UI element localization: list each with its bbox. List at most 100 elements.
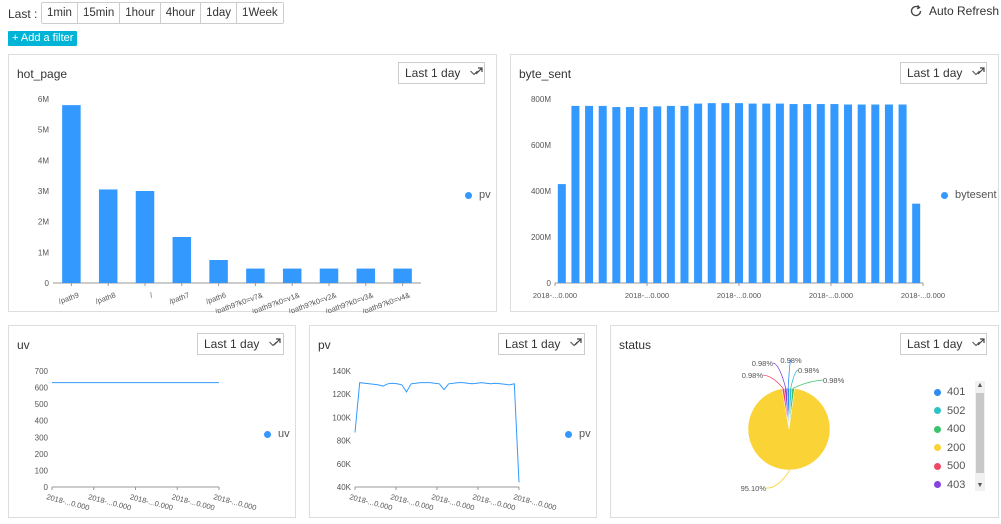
x-tick-label: /path8 <box>94 290 117 306</box>
last-label: Last : <box>8 7 38 21</box>
y-tick-label: 0 <box>547 279 552 288</box>
y-tick-label: 500 <box>35 400 49 409</box>
y-tick-label: 2M <box>38 218 49 227</box>
x-tick-label: 2018-...0.000 <box>625 291 669 300</box>
pv-panel: pv Last 1 day 40K 60K 80K 100K 120K 140K 2018-… <box>309 325 597 518</box>
range-1week-button[interactable]: 1Week <box>237 3 283 23</box>
legend-scrollbar[interactable]: ▲ ▼ <box>975 381 985 491</box>
bar <box>857 104 866 283</box>
y-tick-label: 4M <box>38 156 49 165</box>
bar <box>666 105 675 284</box>
bar <box>62 105 81 283</box>
add-filter-button[interactable]: + Add a filter <box>8 31 78 46</box>
y-tick-label: 6M <box>38 95 49 104</box>
bar <box>748 103 757 283</box>
x-tick-label: 2018-...0.000 <box>348 492 393 512</box>
bar <box>557 184 566 283</box>
pie-slice-label: 0.98% <box>752 359 774 368</box>
y-tick-label: 140K <box>332 367 351 376</box>
hot-page-panel: hot_page Last 1 day 0 1M 2M 3M 4M 5M 6M/path9/… <box>8 54 497 313</box>
range-4hour-button[interactable]: 4hour <box>160 3 202 23</box>
range-1day-button[interactable]: 1day <box>201 3 238 23</box>
x-tick-label: 2018-...0.000 <box>87 492 132 512</box>
y-tick-label: 700 <box>35 367 49 376</box>
bar <box>721 103 730 283</box>
bar <box>625 107 634 283</box>
y-tick-label: 100K <box>332 413 351 422</box>
pie-slice-label: 0.98% <box>798 366 820 375</box>
legend-label: 403 <box>947 478 966 491</box>
time-range-toolbar: Last : 1min 15min 1hour 4hour 1day 1Week… <box>0 0 1001 30</box>
legend-dot <box>264 430 271 438</box>
y-tick-label: 400M <box>531 187 551 196</box>
chart-legend: pv <box>565 428 591 440</box>
bar <box>209 260 228 283</box>
bar <box>639 107 648 283</box>
x-tick-label: 2018-...0.000 <box>717 291 761 300</box>
byte-sent-panel: byte_sent Last 1 day 0 200M 400M 600M 800M 20… <box>510 54 999 312</box>
legend-label: pv <box>479 189 491 201</box>
range-1min-button[interactable]: 1min <box>42 3 78 23</box>
legend-label: 401 <box>947 386 966 399</box>
bar <box>393 268 412 283</box>
auto-refresh-button[interactable]: Auto Refresh <box>909 4 999 18</box>
legend-label: uv <box>278 428 290 440</box>
pie-leader-line <box>790 369 799 389</box>
pv-chart: 40K60K80K100K120K140K2018-...0.0002018-.… <box>332 367 557 512</box>
bar <box>98 189 118 283</box>
range-1hour-button[interactable]: 1hour <box>120 3 161 23</box>
legend-dot <box>465 191 472 199</box>
range-15min-button[interactable]: 15min <box>77 3 121 23</box>
scroll-down-icon[interactable]: ▼ <box>975 481 985 491</box>
bar <box>598 105 607 284</box>
bar <box>816 104 825 283</box>
bar <box>775 103 784 283</box>
y-tick-label: 600 <box>35 384 49 393</box>
y-tick-label: 3M <box>38 187 49 196</box>
y-tick-label: 40K <box>337 483 352 492</box>
bar <box>282 268 302 283</box>
bar <box>356 268 376 283</box>
pie-slice-label: 0.98% <box>823 376 845 385</box>
bar <box>789 104 798 283</box>
scrollbar-thumb[interactable] <box>976 393 984 473</box>
byte-sent-chart: 0 200M 400M 600M 800M 2018-...0.000 2018-...0.… <box>531 95 945 300</box>
x-tick-label: 2018-...0.000 <box>430 492 475 512</box>
bar <box>585 105 594 284</box>
x-tick-label: 2018-...0.000 <box>533 291 577 300</box>
bar <box>135 191 155 283</box>
legend-label: 502 <box>947 404 966 417</box>
uv-panel: uv Last 1 day 0 100 200 300 400 500 600 700 2018… <box>8 325 296 518</box>
bar <box>571 105 580 284</box>
bar <box>830 104 839 283</box>
chart-legend: uv <box>264 428 290 440</box>
chart-legend: pv <box>465 189 491 201</box>
legend-dot <box>934 481 941 489</box>
x-tick-label: /path7 <box>168 290 191 306</box>
x-tick-label: 2018-...0.000 <box>901 291 945 300</box>
x-tick-label: 2018-...0.000 <box>212 492 257 512</box>
status-panel: status Last 1 day 0.98% 0.98% 0.98% 0.98% 0.… <box>610 325 999 518</box>
pie-slice-label: 0.98% <box>780 356 802 365</box>
x-tick-label: 2018-...0.000 <box>471 492 516 512</box>
bar <box>898 104 907 283</box>
bar <box>707 103 716 283</box>
y-tick-label: 300 <box>35 433 49 442</box>
y-tick-label: 60K <box>337 460 352 469</box>
y-tick-label: 0 <box>45 279 50 288</box>
x-tick-label: 2018-...0.000 <box>809 291 853 300</box>
bar <box>172 237 192 283</box>
bar <box>803 104 812 283</box>
y-tick-label: 200M <box>531 233 551 242</box>
legend-label: bytesent <box>955 189 997 201</box>
legend-dot <box>934 444 941 452</box>
auto-refresh-label: Auto Refresh <box>928 4 999 18</box>
y-tick-label: 800M <box>531 95 551 104</box>
scroll-up-icon[interactable]: ▲ <box>975 381 985 391</box>
bar <box>694 103 703 283</box>
y-tick-label: 400 <box>35 417 49 426</box>
legend-dot <box>565 430 572 438</box>
pie-slice-label: 95.10% <box>741 484 767 493</box>
legend-label: 500 <box>947 460 966 473</box>
y-tick-label: 1M <box>38 248 49 257</box>
